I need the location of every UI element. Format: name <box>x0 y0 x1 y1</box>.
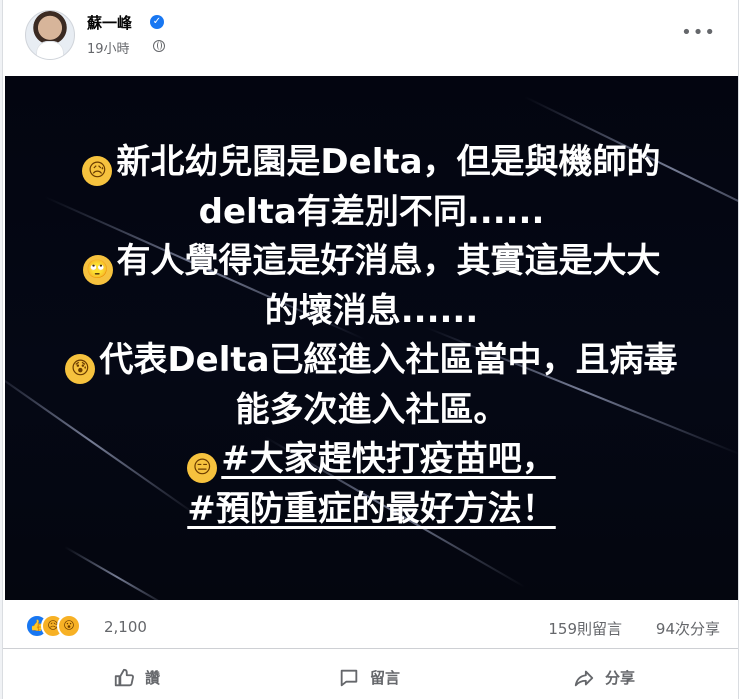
author-name[interactable]: 蘇一峰 <box>87 12 132 33</box>
post-line: 😥 新北幼兒園是Delta，但是與機師的 <box>5 138 738 188</box>
more-options-icon[interactable]: ••• <box>681 22 716 43</box>
like-label: 讚 <box>145 669 161 687</box>
sad-face-emoji-icon: 😥 <box>82 156 113 186</box>
hashtag[interactable]: #預防重症的最好方法！ <box>187 489 556 529</box>
post-line: 🙄 有人覺得這是好消息，其實這是大大 <box>5 237 738 287</box>
post-text: 😥 新北幼兒園是Delta，但是與機師的 delta有差別不同...... 🙄 有人… <box>5 138 738 534</box>
post-line: #預防重症的最好方法！ <box>5 485 738 535</box>
hashtag[interactable]: #大家趕快打疫苗吧， <box>221 439 556 479</box>
anxious-face-emoji-icon: 😰 <box>65 354 96 384</box>
share-count[interactable]: 94次分享 <box>656 618 720 639</box>
comment-count[interactable]: 159則留言 <box>548 618 622 639</box>
comment-button[interactable]: 留言 <box>338 656 400 699</box>
post-line: 😰 代表Delta已經進入社區當中，且病毒 <box>5 336 738 386</box>
post-line: delta有差別不同...... <box>198 191 545 232</box>
post-time[interactable]: 19小時 <box>87 38 130 57</box>
avatar[interactable] <box>25 10 75 60</box>
action-bar: 讚 留言 分享 <box>3 656 738 699</box>
eye-roll-emoji-icon: 🙄 <box>82 255 113 285</box>
comment-label: 留言 <box>370 669 401 687</box>
light-streak <box>64 546 170 600</box>
verified-badge-icon: ✓ <box>150 15 164 29</box>
post-header: 蘇一峰 ✓ 19小時 ••• <box>3 0 738 72</box>
share-arrow-icon <box>574 670 594 686</box>
post-line: 的壞消息...... <box>264 290 479 331</box>
post-line: 😑 #大家趕快打疫苗吧， <box>5 435 738 485</box>
post-stats: 👍 😥 😮 2,100 159則留言 94次分享 <box>3 604 738 649</box>
post-image[interactable]: 😥 新北幼兒園是Delta，但是與機師的 delta有差別不同...... 🙄 有人… <box>5 76 738 600</box>
wow-reaction-icon: 😮 <box>57 614 81 638</box>
globe-icon <box>153 40 165 52</box>
like-button[interactable]: 讚 <box>113 656 160 699</box>
expressionless-face-emoji-icon: 😑 <box>187 453 218 483</box>
reaction-count[interactable]: 2,100 <box>104 618 147 636</box>
thumbs-up-icon <box>114 668 134 686</box>
post-line: 能多次進入社區。 <box>235 389 508 430</box>
share-button[interactable]: 分享 <box>573 656 635 699</box>
comment-bubble-icon <box>340 669 358 686</box>
share-label: 分享 <box>605 669 636 687</box>
post-card: 蘇一峰 ✓ 19小時 ••• 😥 新北幼兒園是Delta，但是與機師的 delta… <box>2 0 739 699</box>
